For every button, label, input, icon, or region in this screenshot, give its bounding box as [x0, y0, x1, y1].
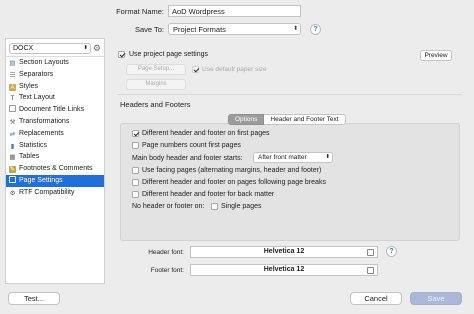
- chevron-updown-icon: ⬍: [325, 154, 330, 160]
- sidebar-item-separators[interactable]: ☰ Separators: [6, 69, 104, 81]
- sidebar-item-text-layout[interactable]: T Text Layout: [6, 92, 104, 104]
- fonts-help-button[interactable]: ?: [386, 246, 397, 257]
- facing-pages-label: Use facing pages (alternating margins, h…: [142, 167, 322, 174]
- sidebar-item-styles[interactable]: A Styles: [6, 81, 104, 93]
- tables-icon: ▦: [9, 154, 16, 162]
- sidebar-item-document-title-links[interactable]: Document Title Links: [6, 104, 104, 116]
- transformations-icon: ⚒: [9, 118, 16, 126]
- header-font-field[interactable]: Helvetica 12: [190, 246, 378, 258]
- page-numbers-first-checkbox[interactable]: [132, 142, 139, 149]
- section-layouts-icon: ▤: [9, 60, 16, 67]
- sidebar-item-label: Section Layouts: [19, 59, 69, 66]
- page-settings-panel: Use project page settings Preview Page S…: [110, 38, 470, 284]
- footer-font-value: Helvetica 12: [263, 266, 305, 273]
- save-to-value: Project Formats: [173, 25, 226, 34]
- format-name-label: Format Name:: [116, 7, 164, 16]
- different-first-pages-checkbox[interactable]: [132, 130, 139, 137]
- font-picker-icon[interactable]: [367, 267, 374, 274]
- format-type-select[interactable]: DOCX ⬍: [9, 43, 91, 54]
- preview-button[interactable]: Preview: [420, 50, 452, 61]
- save-to-select[interactable]: Project Formats ⬍: [168, 23, 301, 35]
- sidebar-item-label: Document Title Links: [19, 106, 84, 114]
- sidebar-item-label: Styles: [19, 82, 39, 90]
- sidebar-item-rtf-compatibility[interactable]: ⚙ RTF Compatibility: [6, 187, 104, 199]
- format-name-input[interactable]: AoD Wordpress: [168, 5, 301, 17]
- single-pages-label: Single pages: [221, 203, 262, 210]
- facing-pages-checkbox[interactable]: [132, 167, 139, 174]
- use-project-page-settings-label: Use project page settings: [129, 51, 208, 58]
- replacements-icon: ⇄: [9, 130, 16, 138]
- no-header-footer-on-label: No header or footer on:: [132, 203, 205, 210]
- single-pages-checkbox[interactable]: [211, 203, 218, 210]
- footnotes-comments-icon: ✎: [9, 166, 16, 174]
- headers-footers-tabbar: Options Header and Footer Text: [228, 114, 346, 125]
- sidebar-item-replacements[interactable]: ⇄ Replacements: [6, 128, 104, 140]
- save-to-label: Save To:: [134, 25, 164, 34]
- different-first-pages-label: Different header and footer on first pag…: [142, 130, 270, 137]
- sidebar: DOCX ⬍ ⚙ ▤ Section Layouts ☰ Separators AS…: [5, 38, 105, 284]
- sidebar-item-label: Text Layout: [19, 94, 55, 102]
- chevron-updown-icon: ⬍: [292, 26, 298, 32]
- sidebar-item-section-layouts[interactable]: ▤ Section Layouts: [6, 57, 104, 69]
- sidebar-item-footnotes-comments[interactable]: ✎ Footnotes & Comments: [6, 163, 104, 175]
- test-button[interactable]: Test...: [8, 292, 60, 305]
- header-font-value: Helvetica 12: [263, 248, 305, 255]
- different-after-breaks-label: Different header and footer on pages fol…: [142, 179, 326, 186]
- sidebar-item-statistics[interactable]: ▮ Statistics: [6, 140, 104, 152]
- sidebar-item-label: RTF Compatibility: [19, 188, 75, 196]
- separators-icon: ☰: [9, 71, 16, 79]
- sidebar-item-transformations[interactable]: ⚒ Transformations: [6, 116, 104, 128]
- sidebar-item-label: Footnotes & Comments: [19, 165, 93, 173]
- sidebar-item-label: Replacements: [19, 129, 64, 137]
- header-font-label: Header font:: [148, 249, 184, 256]
- page-numbers-first-label: Page numbers count first pages: [142, 142, 241, 149]
- main-body-starts-select[interactable]: After front matter ⬍: [253, 152, 333, 163]
- save-button[interactable]: Save: [410, 292, 462, 305]
- rtf-compatibility-icon: ⚙: [9, 189, 16, 197]
- use-default-paper-size-checkbox[interactable]: [192, 66, 199, 73]
- cancel-button[interactable]: Cancel: [350, 292, 402, 305]
- chevron-updown-icon: ⬍: [83, 45, 88, 51]
- different-after-breaks-checkbox[interactable]: [132, 179, 139, 186]
- use-project-page-settings-checkbox[interactable]: [118, 51, 125, 58]
- main-body-starts-label: Main body header and footer starts:: [132, 155, 243, 162]
- sidebar-list: ▤ Section Layouts ☰ Separators A Styles T Te…: [6, 57, 104, 199]
- sidebar-item-page-settings[interactable]: Page Settings: [6, 174, 104, 187]
- sidebar-item-label: Tables: [19, 153, 40, 161]
- page-setup-button[interactable]: Page Setup...: [126, 64, 186, 75]
- different-back-matter-label: Different header and footer for back mat…: [142, 191, 275, 198]
- tab-options[interactable]: Options: [228, 114, 265, 125]
- help-button[interactable]: ?: [310, 24, 321, 35]
- sidebar-item-label: Transformations: [19, 117, 70, 125]
- sidebar-item-tables[interactable]: ▦ Tables: [6, 151, 104, 163]
- options-tab-content: Different header and footer on first pag…: [120, 123, 460, 241]
- sidebar-item-label: Statistics: [19, 141, 48, 149]
- footer-font-field[interactable]: Helvetica 12: [190, 264, 378, 276]
- use-default-paper-size-label: Use default paper size: [202, 65, 267, 73]
- statistics-icon: ▮: [10, 142, 15, 150]
- font-picker-icon[interactable]: [367, 249, 374, 256]
- document-title-links-icon: [9, 105, 16, 113]
- text-layout-icon: T: [10, 95, 15, 103]
- styles-icon: A: [9, 83, 16, 91]
- different-back-matter-checkbox[interactable]: [132, 191, 139, 198]
- section-divider: [118, 94, 462, 95]
- format-type-value: DOCX: [13, 45, 34, 52]
- sidebar-item-label: Separators: [19, 70, 54, 78]
- margins-button[interactable]: Margins: [126, 79, 186, 90]
- tab-header-footer-text[interactable]: Header and Footer Text: [264, 114, 346, 125]
- main-body-starts-value: After front matter: [258, 154, 307, 161]
- headers-footers-title: Headers and Footers: [120, 100, 191, 109]
- sidebar-item-label: Page Settings: [19, 176, 63, 184]
- page-settings-icon: [9, 175, 16, 183]
- footer-font-label: Footer font:: [150, 267, 184, 274]
- gear-icon[interactable]: ⚙: [93, 43, 101, 53]
